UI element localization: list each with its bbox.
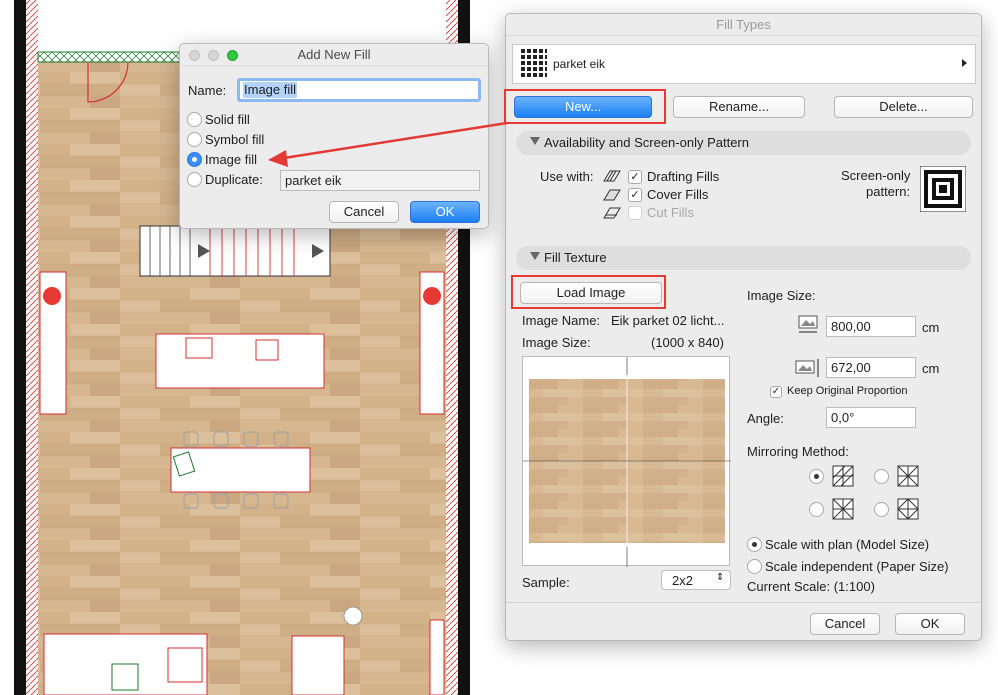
mirror-x-icon (897, 465, 919, 487)
scale-with-plan-label: Scale with plan (Model Size) (765, 537, 930, 552)
sample-select-value: 2x2 (672, 573, 693, 588)
image-fill-label: Image fill (205, 152, 258, 167)
mirror-x-radio[interactable] (874, 469, 889, 484)
fill-name-input[interactable]: Image fill (237, 78, 481, 102)
image-name-value: Eik parket 02 licht... (611, 313, 725, 328)
angle-field[interactable]: 0,0° (826, 407, 916, 428)
disclosure-triangle-icon (530, 252, 540, 260)
add-fill-cancel-button[interactable]: Cancel (329, 201, 399, 223)
cover-fills-checkbox[interactable]: ✓ (628, 188, 642, 202)
zoom-window-icon[interactable] (227, 50, 238, 61)
sample-select[interactable]: 2x2 ⇕ (661, 570, 731, 590)
drafting-fill-icon (603, 170, 621, 182)
cut-fills-checkbox[interactable] (628, 206, 642, 220)
image-name-label: Image Name: (522, 313, 601, 328)
keep-proportion-checkbox[interactable]: ✓ (770, 386, 782, 398)
width-unit: cm (922, 320, 940, 335)
availability-title: Availability and Screen-only Pattern (544, 135, 749, 150)
fill-texture-section-header[interactable]: Fill Texture (516, 246, 971, 270)
size-section-label: Image Size: (747, 288, 816, 303)
close-window-icon[interactable] (189, 50, 200, 61)
width-field[interactable]: 800,00 (826, 316, 916, 337)
image-size-value: (1000 x 840) (651, 335, 724, 350)
mirror-y-radio[interactable] (809, 502, 824, 517)
height-icon (795, 359, 819, 377)
scale-with-plan-radio[interactable] (747, 537, 762, 552)
image-fill-radio[interactable] (187, 152, 202, 167)
delete-fill-button[interactable]: Delete... (834, 96, 973, 118)
scale-independent-radio[interactable] (747, 559, 762, 574)
mirror-y-icon (832, 498, 854, 520)
solid-fill-label: Solid fill (205, 112, 250, 127)
texture-preview (522, 356, 731, 567)
drafting-fills-label: Drafting Fills (647, 169, 720, 184)
screen-only-label-2: pattern: (866, 184, 911, 199)
symbol-fill-label: Symbol fill (205, 132, 265, 147)
disclosure-triangle-icon (530, 137, 540, 145)
texture-preview-image (523, 357, 731, 567)
angle-label: Angle: (747, 411, 784, 426)
mirroring-label: Mirroring Method: (747, 444, 849, 459)
minimize-window-icon[interactable] (208, 50, 219, 61)
add-fill-ok-button[interactable]: OK (410, 201, 480, 223)
duplicate-label: Duplicate: (205, 172, 263, 187)
current-fill-name: parket eik (553, 57, 606, 71)
cover-fills-label: Cover Fills (647, 187, 709, 202)
scale-independent-label: Scale independent (Paper Size) (765, 559, 949, 574)
height-field[interactable]: 672,00 (826, 357, 916, 378)
fill-selector-arrow-icon (962, 59, 967, 67)
new-button-highlight (504, 89, 666, 124)
fill-name-label: Name: (188, 83, 227, 98)
cut-fills-label: Cut Fills (647, 205, 694, 220)
drafting-fills-checkbox[interactable]: ✓ (628, 170, 642, 184)
cover-fill-icon (603, 189, 621, 201)
image-size-label: Image Size: (522, 335, 591, 350)
fill-selector[interactable]: parket eik (512, 44, 976, 84)
load-image-highlight (511, 275, 666, 309)
fill-types-title: Fill Types (506, 14, 981, 36)
current-scale-label: Current Scale: (1:100) (747, 579, 875, 594)
fill-types-ok-button[interactable]: OK (895, 613, 965, 635)
cut-fill-icon (603, 207, 621, 219)
screen-pattern-icon[interactable] (920, 166, 966, 212)
mirror-xy-radio[interactable] (874, 502, 889, 517)
availability-section-header[interactable]: Availability and Screen-only Pattern (516, 131, 971, 155)
fill-texture-title: Fill Texture (544, 250, 607, 265)
duplicate-source-field[interactable]: parket eik (280, 170, 480, 191)
footer-divider (506, 602, 981, 603)
fill-preview-icon (519, 49, 547, 79)
duplicate-radio[interactable] (187, 172, 202, 187)
mirror-none-radio[interactable] (809, 469, 824, 484)
sample-label: Sample: (522, 575, 570, 590)
use-with-label: Use with: (540, 169, 594, 184)
keep-proportion-label: Keep Original Proportion (787, 385, 908, 397)
screen-only-label-1: Screen-only (841, 168, 911, 183)
width-icon (798, 315, 818, 333)
solid-fill-radio[interactable] (187, 112, 202, 127)
sample-select-arrows-icon: ⇕ (716, 572, 725, 583)
rename-fill-button[interactable]: Rename... (673, 96, 805, 118)
add-new-fill-dialog: Add New Fill Name: Image fill Solid fill… (179, 43, 489, 229)
symbol-fill-radio[interactable] (187, 132, 202, 147)
mirror-xy-icon (897, 498, 919, 520)
mirror-none-icon (832, 465, 854, 487)
height-unit: cm (922, 361, 940, 376)
fill-types-cancel-button[interactable]: Cancel (810, 613, 880, 635)
fill-name-input-value: Image fill (243, 82, 298, 98)
